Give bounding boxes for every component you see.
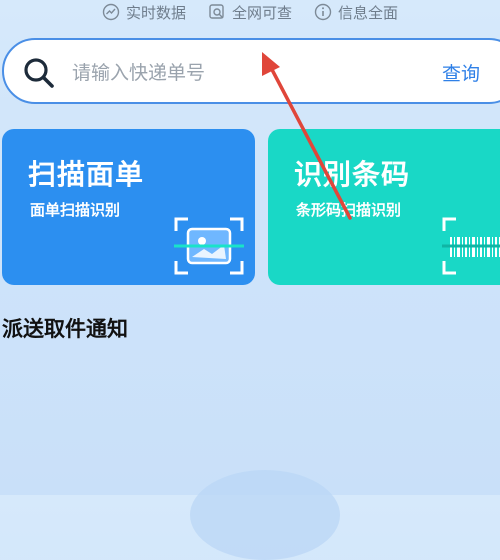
card-title: 识别条码 [294,158,411,191]
feature-bar: 实时数据 全网可查 信息全面 [0,0,500,24]
scan-waybill-card[interactable]: 扫描面单 面单扫描识别 [2,129,255,285]
scan-photo-icon [174,217,244,275]
trend-icon [102,3,120,21]
feature-searchable: 全网可查 [208,2,292,23]
globe-search-icon [209,4,224,19]
barcode-recognize-card[interactable]: 识别条码 条形码扫描识别 [268,129,500,285]
barcode-scan-icon [442,217,500,275]
search-icon [24,58,54,88]
search-bar: 查询 [2,38,500,104]
feature-label: 实时数据 [125,3,186,22]
feature-realtime: 实时数据 [102,2,186,23]
query-button[interactable]: 查询 [442,59,480,86]
bottom-button-partial[interactable] [190,470,340,560]
card-subtitle: 面单扫描识别 [30,201,121,219]
tracking-number-input[interactable] [70,56,404,90]
feature-info: 信息全面 [314,2,398,23]
feature-label: 信息全面 [338,3,399,22]
feature-label: 全网可查 [231,3,292,22]
info-icon [314,3,332,21]
card-subtitle: 条形码扫描识别 [296,201,402,219]
card-title: 扫描面单 [28,158,145,191]
section-title: 派送取件通知 [2,317,128,341]
